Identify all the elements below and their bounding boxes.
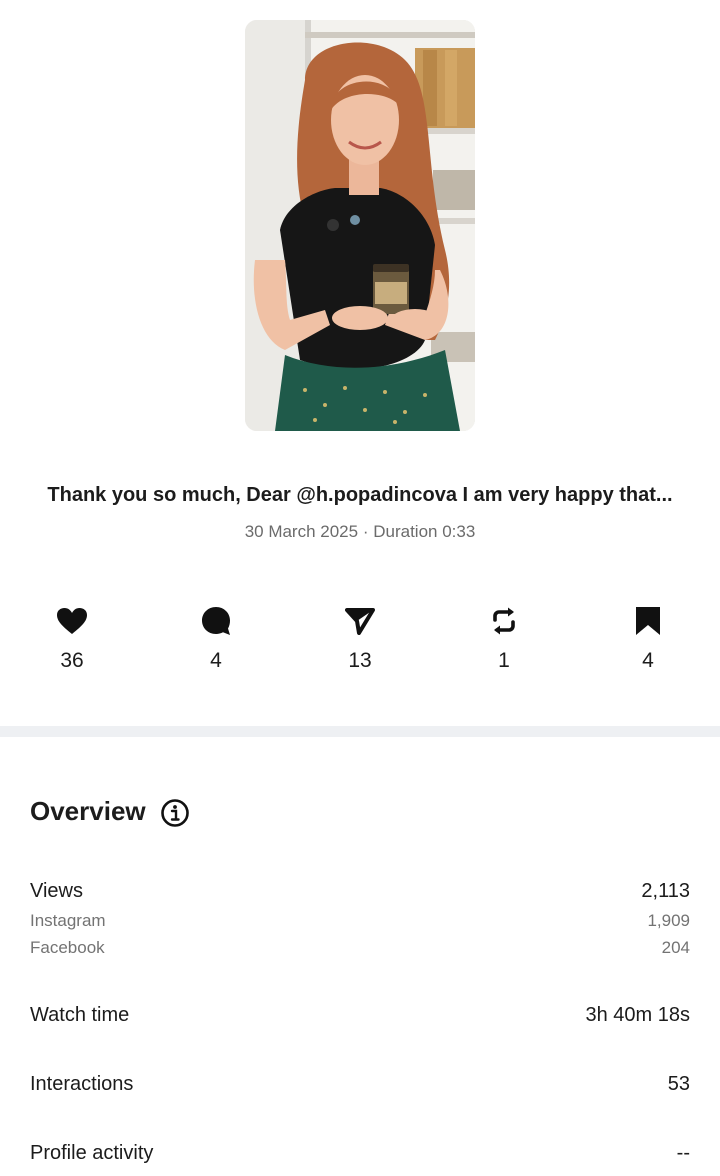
info-icon[interactable] [160,798,190,828]
reel-thumbnail-image [245,20,475,431]
interactions-label: Interactions [30,1073,134,1095]
saves-stat[interactable]: 4 [598,603,698,673]
profile-activity-row[interactable]: Profile activity -- [30,1142,690,1165]
facebook-value: 204 [661,938,690,957]
facebook-label: Facebook [30,938,105,957]
watch-time-label: Watch time [30,1004,130,1026]
likes-count: 36 [60,649,84,672]
facebook-row: Facebook 204 [30,938,690,958]
bookmark-icon[interactable] [598,603,698,639]
comments-stat[interactable]: 4 [166,603,266,673]
engagement-stats: 36 4 13 1 4 [0,603,720,683]
interactions-value: 53 [667,1073,690,1095]
post-duration: Duration 0:33 [373,522,476,541]
saves-count: 4 [642,649,654,672]
shares-count: 13 [348,649,372,672]
reel-thumbnail[interactable] [245,20,475,431]
heart-icon[interactable] [22,603,122,639]
post-date: 30 March 2025 [244,522,359,541]
reposts-stat[interactable]: 1 [454,603,554,673]
likes-stat[interactable]: 36 [22,603,122,673]
post-meta: 30 March 2025 · Duration 0:33 [0,522,720,542]
meta-separator: · [362,522,369,541]
instagram-row: Instagram 1,909 [30,911,690,931]
comment-icon[interactable] [166,603,266,639]
watch-time-row[interactable]: Watch time 3h 40m 18s [30,1004,690,1027]
overview-title: Overview [30,796,146,826]
profile-activity-value: -- [676,1142,690,1164]
views-label: Views [30,880,83,902]
interactions-row[interactable]: Interactions 53 [30,1073,690,1096]
views-row: Views 2,113 [30,880,690,903]
instagram-value: 1,909 [647,911,690,930]
instagram-label: Instagram [30,911,106,930]
section-divider [0,726,720,737]
repost-icon[interactable] [454,603,554,639]
shares-stat[interactable]: 13 [310,603,410,673]
share-icon[interactable] [310,603,410,639]
reposts-count: 1 [498,649,510,672]
post-caption: Thank you so much, Dear @h.popadincova I… [47,484,673,506]
comments-count: 4 [210,649,222,672]
views-value: 2,113 [641,880,690,902]
watch-time-value: 3h 40m 18s [585,1004,690,1026]
profile-activity-label: Profile activity [30,1142,154,1164]
